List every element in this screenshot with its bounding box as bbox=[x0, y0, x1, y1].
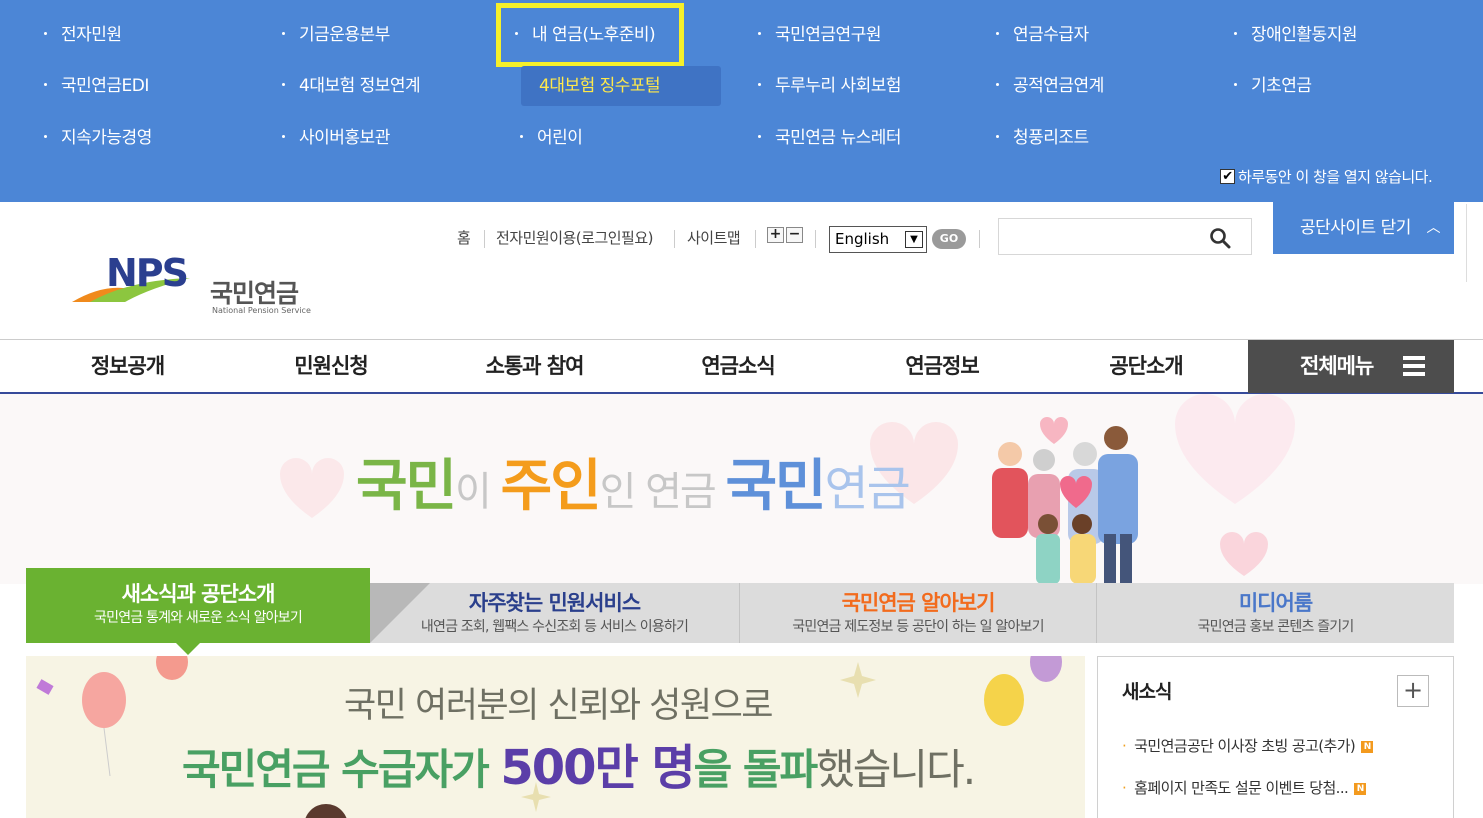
site-link-kids[interactable]: 어린이 bbox=[520, 123, 583, 153]
close-site-label: 공단사이트 닫기 bbox=[1300, 218, 1411, 238]
chevron-down-icon: ▼ bbox=[905, 231, 923, 248]
search-input[interactable] bbox=[998, 218, 1252, 255]
hero-banner: 국민이 주인인 연금 국민연금 bbox=[0, 394, 1483, 584]
language-selected: English bbox=[835, 230, 890, 248]
divider bbox=[484, 230, 485, 248]
divider bbox=[979, 230, 980, 248]
side-quick-panel[interactable] bbox=[1466, 204, 1483, 282]
zoom-in-button[interactable]: + bbox=[767, 227, 784, 243]
gnb-pension-news[interactable]: 연금소식 bbox=[636, 340, 840, 393]
logo-korean: 국민연금 bbox=[210, 279, 299, 308]
all-menu-button[interactable]: 전체메뉴 bbox=[1248, 340, 1454, 393]
divider bbox=[674, 230, 675, 248]
site-link-basic-pension[interactable]: 기초연금 bbox=[1234, 71, 1312, 101]
site-link-durunuri[interactable]: 두루누리 사회보험 bbox=[758, 71, 902, 101]
tab-title: 미디어룸 bbox=[1238, 591, 1313, 615]
gnb-civil-request[interactable]: 민원신청 bbox=[229, 340, 433, 393]
promo-headline: 국민 여러분의 신뢰와 성원으로 bbox=[344, 686, 773, 726]
chevron-up-icon: ︿ bbox=[1426, 220, 1441, 236]
gnb-about[interactable]: 공단소개 bbox=[1044, 340, 1248, 393]
promo-subheadline: 국민연금 수급자가 500만 명을 돌파했습니다. bbox=[182, 740, 976, 796]
site-link-insurance-info[interactable]: 4대보험 정보연계 bbox=[282, 71, 421, 101]
divider bbox=[755, 230, 756, 248]
site-link-research-institute[interactable]: 국민연금연구원 bbox=[758, 20, 881, 50]
logo-english: National Pension Service bbox=[212, 306, 311, 315]
tab-subtitle: 국민연금 홍보 콘텐츠 즐기기 bbox=[1197, 619, 1355, 635]
e-civil-link[interactable]: 전자민원이용(로그인필요) bbox=[496, 228, 654, 248]
news-more-button[interactable]: + bbox=[1397, 675, 1429, 707]
gnb-communication[interactable]: 소통과 참여 bbox=[433, 340, 636, 393]
checkmark-icon[interactable]: ✔ bbox=[1220, 169, 1235, 184]
news-item[interactable]: · 국민연금공단 이사장 초빙 공고(추가) N bbox=[1122, 735, 1374, 756]
site-link-e-civil[interactable]: 전자민원 bbox=[44, 20, 122, 50]
news-title: 새소식 bbox=[1122, 681, 1172, 703]
zoom-out-button[interactable]: − bbox=[786, 227, 803, 243]
promo-banner[interactable]: 국민 여러분의 신뢰와 성원으로 국민연금 수급자가 500만 명을 돌파했습니… bbox=[26, 656, 1085, 818]
main-navigation: 정보공개 민원신청 소통과 참여 연금소식 연금정보 공단소개 전체메뉴 bbox=[0, 339, 1483, 394]
language-go-button[interactable]: GO bbox=[932, 229, 966, 249]
divider bbox=[815, 230, 816, 248]
slogan: 국민이 주인인 연금 국민연금 bbox=[356, 454, 911, 519]
active-tab-pointer bbox=[176, 643, 200, 655]
sitemap-link[interactable]: 사이트맵 bbox=[687, 228, 741, 248]
site-link-resort[interactable]: 청풍리조트 bbox=[996, 123, 1089, 153]
tab-title: 새소식과 공단소개 bbox=[121, 582, 276, 606]
nps-logo[interactable]: NPS 국민연금 National Pension Service bbox=[70, 240, 311, 315]
site-link-cyber-pr[interactable]: 사이버홍보관 bbox=[282, 123, 390, 153]
site-link-public-pension[interactable]: 공적연금연계 bbox=[996, 71, 1104, 101]
close-site-button[interactable]: 공단사이트 닫기 ︿ bbox=[1273, 202, 1454, 254]
family-illustration bbox=[992, 426, 1138, 584]
bullet-icon: · bbox=[1122, 779, 1127, 797]
hamburger-icon bbox=[1403, 356, 1425, 376]
family-site-panel: 전자민원 기금운용본부 내 연금(노후준비) 국민연금연구원 연금수급자 장애인… bbox=[0, 0, 1483, 202]
site-link-newsletter[interactable]: 국민연금 뉴스레터 bbox=[758, 123, 902, 153]
site-link-edi[interactable]: 국민연금EDI bbox=[44, 71, 149, 101]
tab-subtitle: 국민연금 제도정보 등 공단이 하는 일 알아보기 bbox=[792, 619, 1044, 635]
tab-subtitle: 국민연금 통계와 새로운 소식 알아보기 bbox=[94, 610, 303, 626]
gnb-pension-info[interactable]: 연금정보 bbox=[840, 340, 1044, 393]
new-badge: N bbox=[1361, 740, 1374, 753]
close-today-label: 하루동안 이 창을 열지 않습니다. bbox=[1238, 168, 1433, 186]
content-tabs: 자주찾는 민원서비스 내연금 조회, 웹팩스 수신조회 등 서비스 이용하기 국… bbox=[26, 568, 1454, 655]
site-link-fund-management[interactable]: 기금운용본부 bbox=[282, 20, 390, 50]
logo-text: NPS bbox=[106, 251, 187, 295]
site-link-collection-portal[interactable]: 4대보험 징수포털 bbox=[521, 66, 721, 106]
news-panel: 새소식 + · 국민연금공단 이사장 초빙 공고(추가) N · 홈페이지 만족도 설… bbox=[1097, 656, 1454, 818]
search-icon[interactable] bbox=[1209, 227, 1231, 249]
nps-logo-icon: NPS bbox=[72, 251, 190, 302]
gnb-info-disclosure[interactable]: 정보공개 bbox=[26, 340, 229, 393]
tab-about-pension[interactable]: 국민연금 알아보기 국민연금 제도정보 등 공단이 하는 일 알아보기 bbox=[740, 583, 1097, 643]
header: NPS 국민연금 National Pension Service 홈 전자민원… bbox=[0, 202, 1483, 339]
tab-media-room[interactable]: 미디어룸 국민연금 홍보 콘텐츠 즐기기 bbox=[1097, 583, 1454, 643]
tab-news-and-about[interactable]: 새소식과 공단소개 국민연금 통계와 새로운 소식 알아보기 bbox=[26, 568, 370, 655]
all-menu-label: 전체메뉴 bbox=[1300, 354, 1374, 378]
bullet-icon: · bbox=[1122, 737, 1127, 755]
site-link-pensioner[interactable]: 연금수급자 bbox=[996, 20, 1089, 50]
site-link-sustainability[interactable]: 지속가능경영 bbox=[44, 123, 152, 153]
language-select[interactable]: English ▼ bbox=[829, 226, 927, 253]
new-badge: N bbox=[1354, 782, 1367, 795]
close-today-checkbox[interactable]: ✔ 하루동안 이 창을 열지 않습니다. bbox=[1220, 166, 1433, 188]
site-link-disability-support[interactable]: 장애인활동지원 bbox=[1234, 20, 1357, 50]
home-link[interactable]: 홈 bbox=[457, 228, 471, 248]
news-item[interactable]: · 홈페이지 만족도 설문 이벤트 당첨... N bbox=[1122, 777, 1367, 798]
tab-shadow bbox=[370, 583, 430, 643]
site-link-my-pension[interactable]: 내 연금(노후준비) bbox=[496, 3, 685, 67]
tab-title: 국민연금 알아보기 bbox=[841, 591, 996, 615]
